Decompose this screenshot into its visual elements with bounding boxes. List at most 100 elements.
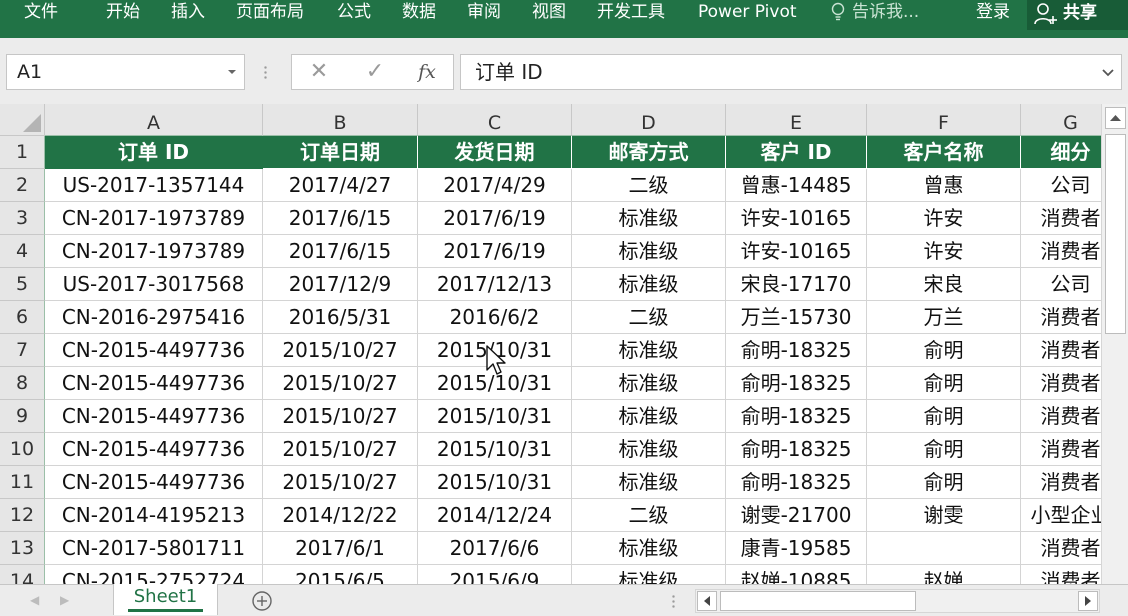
row-header[interactable]: 11: [0, 466, 45, 499]
table-cell[interactable]: 2015/6/5: [263, 565, 418, 584]
tab-page-layout[interactable]: 页面布局: [236, 0, 304, 26]
row-header[interactable]: 2: [0, 169, 45, 202]
table-cell[interactable]: 2016/5/31: [263, 301, 418, 334]
row-header[interactable]: 1: [0, 136, 45, 169]
table-cell[interactable]: 小型企业: [1021, 499, 1101, 532]
table-cell[interactable]: 2014/12/22: [263, 499, 418, 532]
table-cell[interactable]: 二级: [572, 301, 726, 334]
table-cell[interactable]: 标准级: [572, 532, 726, 565]
expand-formula-icon[interactable]: [1101, 64, 1115, 84]
tab-data[interactable]: 数据: [402, 0, 436, 26]
enter-icon[interactable]: ✓: [360, 55, 390, 89]
table-cell[interactable]: 俞明: [867, 433, 1021, 466]
row-header[interactable]: 9: [0, 400, 45, 433]
worksheet-grid[interactable]: A B C D E F G 1 订单 ID 订单日期 发货日期 邮寄方式 客户 ID 客户名称 细分 2 US-…: [0, 104, 1101, 584]
table-cell[interactable]: 2017/6/19: [418, 235, 572, 268]
chevron-down-icon[interactable]: [228, 70, 236, 74]
table-cell[interactable]: 许安: [867, 202, 1021, 235]
horizontal-scroll-thumb[interactable]: [720, 591, 916, 611]
table-cell[interactable]: 俞明: [867, 466, 1021, 499]
table-cell[interactable]: 2015/10/27: [263, 433, 418, 466]
row-header[interactable]: 14: [0, 565, 45, 584]
table-cell[interactable]: 俞明-18325: [726, 466, 867, 499]
table-cell[interactable]: 许安: [867, 235, 1021, 268]
table-cell[interactable]: 俞明-18325: [726, 433, 867, 466]
table-cell[interactable]: CN-2015-4497736: [45, 400, 263, 433]
vertical-scrollbar[interactable]: [1101, 104, 1128, 584]
formula-input[interactable]: 订单 ID: [460, 54, 1122, 90]
row-header[interactable]: 13: [0, 532, 45, 565]
table-cell[interactable]: 2015/10/27: [263, 466, 418, 499]
scroll-left-button[interactable]: [697, 591, 717, 611]
table-cell[interactable]: 2017/6/1: [263, 532, 418, 565]
tab-home[interactable]: 开始: [106, 0, 140, 26]
column-header-g[interactable]: G: [1021, 104, 1101, 136]
header-cell[interactable]: 邮寄方式: [572, 136, 726, 169]
table-cell[interactable]: 消费者: [1021, 301, 1101, 334]
table-cell[interactable]: CN-2015-2752724: [45, 565, 263, 584]
table-cell[interactable]: 消费者: [1021, 532, 1101, 565]
name-box[interactable]: A1: [6, 54, 245, 90]
column-header-e[interactable]: E: [726, 104, 867, 136]
table-cell[interactable]: 康青-19585: [726, 532, 867, 565]
login-link[interactable]: 登录: [976, 0, 1010, 26]
table-cell[interactable]: 2017/12/13: [418, 268, 572, 301]
table-cell[interactable]: 二级: [572, 499, 726, 532]
table-cell[interactable]: 2017/6/19: [418, 202, 572, 235]
table-cell[interactable]: 俞明: [867, 367, 1021, 400]
vertical-scroll-thumb[interactable]: [1105, 134, 1126, 334]
tab-formulas[interactable]: 公式: [337, 0, 371, 26]
table-cell[interactable]: CN-2015-4497736: [45, 433, 263, 466]
header-cell[interactable]: 客户 ID: [726, 136, 867, 169]
table-cell[interactable]: 标准级: [572, 202, 726, 235]
table-cell[interactable]: [867, 532, 1021, 565]
tab-split-grip[interactable]: [672, 594, 675, 608]
table-cell[interactable]: 二级: [572, 169, 726, 202]
header-cell[interactable]: 订单 ID: [45, 136, 263, 169]
table-cell[interactable]: US-2017-3017568: [45, 268, 263, 301]
table-cell[interactable]: CN-2017-5801711: [45, 532, 263, 565]
row-header[interactable]: 6: [0, 301, 45, 334]
table-cell[interactable]: US-2017-1357144: [45, 169, 263, 202]
row-header[interactable]: 8: [0, 367, 45, 400]
header-cell[interactable]: 客户名称: [867, 136, 1021, 169]
add-sheet-icon[interactable]: [251, 590, 273, 612]
tab-developer[interactable]: 开发工具: [597, 0, 665, 26]
table-cell[interactable]: CN-2015-4497736: [45, 367, 263, 400]
column-header-f[interactable]: F: [867, 104, 1021, 136]
scroll-up-button[interactable]: [1105, 107, 1126, 129]
table-cell[interactable]: 标准级: [572, 268, 726, 301]
table-cell[interactable]: 2016/6/2: [418, 301, 572, 334]
table-cell[interactable]: 俞明-18325: [726, 367, 867, 400]
sheet-tab-sheet1[interactable]: Sheet1: [113, 584, 218, 615]
table-cell[interactable]: 万兰: [867, 301, 1021, 334]
table-cell[interactable]: 2014/12/24: [418, 499, 572, 532]
row-header[interactable]: 12: [0, 499, 45, 532]
column-header-c[interactable]: C: [418, 104, 572, 136]
table-cell[interactable]: 标准级: [572, 235, 726, 268]
table-cell[interactable]: 谢雯-21700: [726, 499, 867, 532]
table-cell[interactable]: 2015/10/31: [418, 400, 572, 433]
next-sheet-icon[interactable]: ▶: [60, 593, 69, 607]
row-header[interactable]: 4: [0, 235, 45, 268]
tab-view[interactable]: 视图: [532, 0, 566, 26]
table-cell[interactable]: 消费者: [1021, 367, 1101, 400]
prev-sheet-icon[interactable]: ◀: [30, 593, 39, 607]
table-cell[interactable]: CN-2015-4497736: [45, 466, 263, 499]
scroll-right-button[interactable]: [1078, 591, 1098, 611]
tell-me-box[interactable]: 告诉我...: [830, 0, 919, 26]
table-cell[interactable]: 2017/4/29: [418, 169, 572, 202]
table-cell[interactable]: 2015/6/9: [418, 565, 572, 584]
tab-insert[interactable]: 插入: [171, 0, 205, 26]
table-cell[interactable]: 万兰-15730: [726, 301, 867, 334]
column-header-d[interactable]: D: [572, 104, 726, 136]
table-cell[interactable]: 消费者: [1021, 235, 1101, 268]
tab-file[interactable]: 文件: [24, 0, 58, 26]
table-cell[interactable]: 消费者: [1021, 400, 1101, 433]
table-cell[interactable]: 标准级: [572, 565, 726, 584]
table-cell[interactable]: 赵婵: [867, 565, 1021, 584]
table-cell[interactable]: 曾惠: [867, 169, 1021, 202]
table-cell[interactable]: CN-2017-1973789: [45, 202, 263, 235]
table-cell[interactable]: 消费者: [1021, 202, 1101, 235]
table-cell[interactable]: 2017/4/27: [263, 169, 418, 202]
